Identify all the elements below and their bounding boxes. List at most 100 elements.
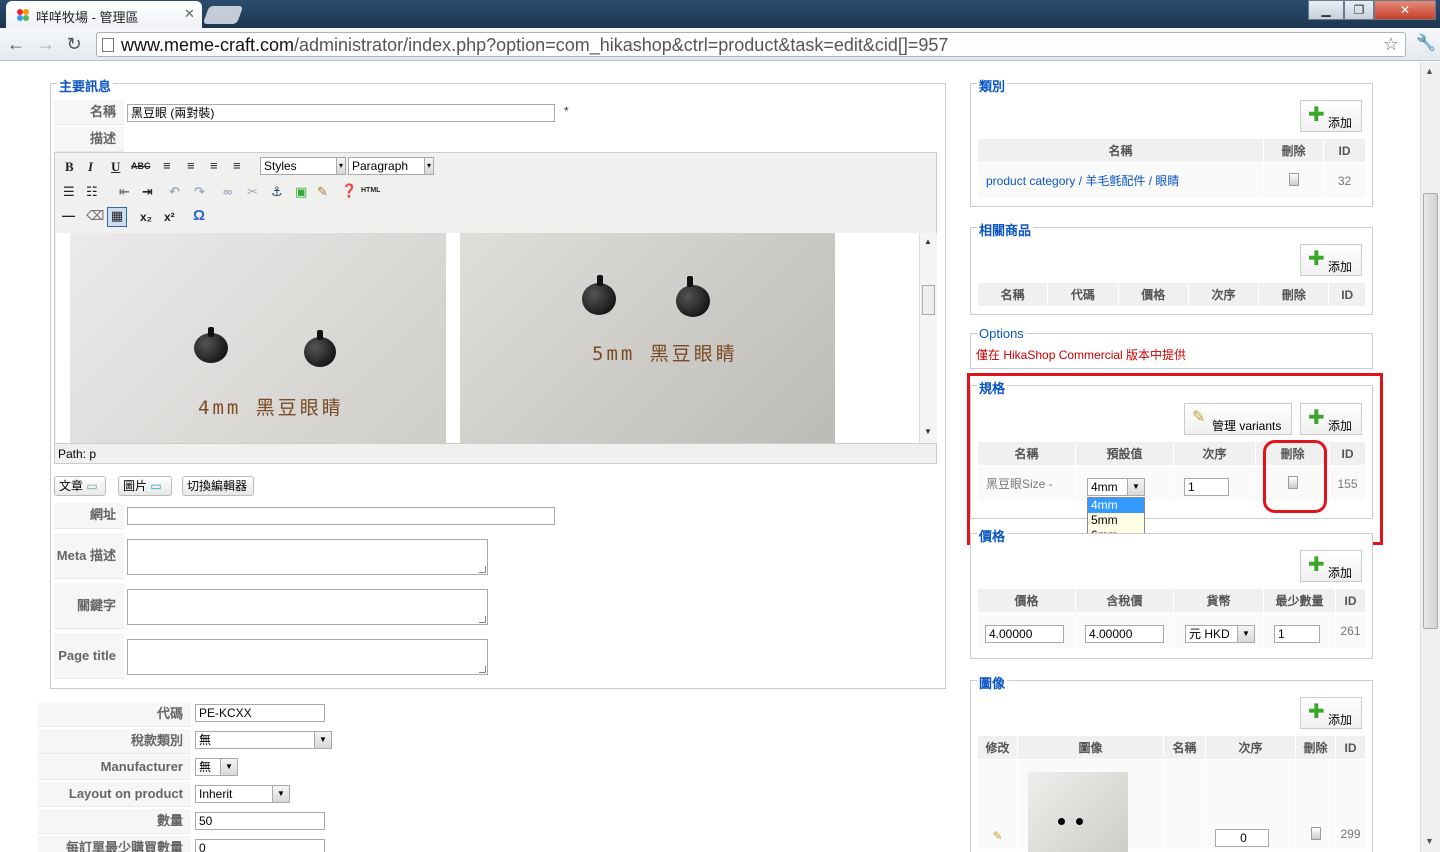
related-add-button[interactable]: ✚ 添加 bbox=[1300, 244, 1362, 276]
layout-select[interactable]: Inherit ▼ bbox=[195, 785, 290, 803]
category-add-button[interactable]: ✚ 添加 bbox=[1300, 100, 1362, 132]
new-tab-button[interactable] bbox=[202, 6, 244, 24]
anchor-icon[interactable]: ⚓ bbox=[271, 184, 283, 200]
min-quantity-input[interactable]: 1 bbox=[1274, 625, 1320, 643]
code-input[interactable]: PE-KCXX bbox=[195, 704, 325, 722]
link-icon[interactable]: ∞ bbox=[223, 184, 232, 199]
styles-select[interactable]: Styles ▾ bbox=[260, 157, 346, 175]
remove-format-icon[interactable]: ⌫ bbox=[86, 208, 104, 224]
indent-icon[interactable]: ⇥ bbox=[142, 184, 153, 200]
edit-icon[interactable]: ✎ bbox=[992, 829, 1002, 843]
quantity-input[interactable]: 50 bbox=[195, 812, 325, 830]
numbered-list-icon[interactable]: ☷ bbox=[86, 184, 98, 200]
meta-description-textarea[interactable] bbox=[127, 539, 488, 575]
trash-icon[interactable] bbox=[1288, 172, 1299, 186]
special-char-icon[interactable]: Ω bbox=[193, 207, 205, 224]
price-legend: 價格 bbox=[977, 526, 1008, 545]
eye-photo-5mm: 5mm 黑豆眼睛 bbox=[460, 233, 835, 443]
outdent-icon[interactable]: ⇤ bbox=[119, 184, 130, 200]
layout-label: Layout on product page bbox=[38, 782, 191, 825]
redo-icon[interactable]: ↷ bbox=[194, 184, 205, 200]
url-path: /administrator/index.php?option=com_hika… bbox=[294, 35, 949, 55]
image-button[interactable]: 圖片 ▭ bbox=[118, 476, 172, 496]
align-right-icon[interactable]: ≡ bbox=[210, 158, 218, 173]
tax-category-label: 稅款類別 bbox=[38, 729, 191, 754]
cleanup-icon[interactable]: ✎ bbox=[317, 184, 328, 200]
undo-icon[interactable]: ↶ bbox=[169, 184, 180, 200]
name-input[interactable]: 黑豆眼 (兩對裝) bbox=[127, 104, 555, 122]
price-input[interactable]: 4.00000 bbox=[985, 625, 1064, 643]
subscript-icon[interactable]: x₂ bbox=[140, 210, 152, 224]
category-link[interactable]: product category / 羊毛氈配件 / 眼睛 bbox=[977, 162, 1264, 199]
images-add-button[interactable]: ✚ 添加 bbox=[1300, 697, 1362, 729]
image-insert-icon[interactable]: ▣ bbox=[295, 184, 307, 200]
minimize-button[interactable]: ▁ bbox=[1308, 0, 1344, 20]
image-order-input[interactable]: 0 bbox=[1215, 829, 1269, 847]
code-label: 代碼 bbox=[38, 702, 191, 727]
min-per-order-input[interactable]: 0 bbox=[195, 839, 325, 852]
italic-icon[interactable]: I bbox=[88, 159, 93, 175]
name-label: 名稱 bbox=[54, 100, 124, 125]
toggle-editor-button[interactable]: 切換編輯器 bbox=[182, 476, 254, 496]
url-host: www.meme-craft.com bbox=[121, 35, 295, 55]
tax-category-select[interactable]: 無 ▼ bbox=[195, 731, 332, 749]
category-table: 名稱 刪除 ID product category / 羊毛氈配件 / 眼睛 32 bbox=[977, 138, 1366, 199]
image-id: 299 bbox=[1335, 759, 1366, 850]
align-center-icon[interactable]: ≡ bbox=[187, 158, 195, 173]
back-icon[interactable]: ← bbox=[6, 34, 26, 54]
price-with-tax-input[interactable]: 4.00000 bbox=[1085, 625, 1164, 643]
joomla-icon bbox=[17, 9, 29, 21]
superscript-icon[interactable]: x² bbox=[164, 210, 175, 224]
main-info-legend: 主要訊息 bbox=[57, 76, 114, 95]
currency-select[interactable]: 元 HKD ▼ bbox=[1185, 625, 1255, 643]
horizontal-rule-icon[interactable]: — bbox=[62, 208, 75, 223]
paragraph-select[interactable]: Paragraph ▾ bbox=[348, 157, 434, 175]
browser-titlebar: 咩咩牧場 - 管理區 ✕ ▁ ❐ ✕ bbox=[0, 0, 1440, 28]
page-scrollbar[interactable]: ▲ ▼ bbox=[1420, 62, 1440, 852]
tab-close-icon[interactable]: ✕ bbox=[184, 6, 195, 22]
scroll-down-icon: ▼ bbox=[1425, 836, 1434, 846]
align-left-icon[interactable]: ≡ bbox=[163, 158, 171, 173]
unlink-icon[interactable]: ✂ bbox=[247, 184, 258, 200]
plus-icon: ✚ bbox=[1308, 248, 1325, 270]
bold-icon[interactable]: B bbox=[65, 159, 74, 175]
close-window-button[interactable]: ✕ bbox=[1374, 0, 1436, 20]
images-legend: 圖像 bbox=[977, 673, 1008, 692]
maximize-button[interactable]: ❐ bbox=[1344, 0, 1374, 20]
browser-tab[interactable]: 咩咩牧場 - 管理區 ✕ bbox=[6, 1, 202, 28]
underline-icon[interactable]: U bbox=[111, 159, 120, 175]
address-bar[interactable]: www.meme-craft.com/administrator/index.p… bbox=[96, 32, 1406, 57]
forward-icon[interactable]: → bbox=[36, 34, 56, 54]
url-input[interactable] bbox=[127, 507, 555, 525]
min-per-order-label: 每訂單最少購買數量 bbox=[38, 836, 191, 852]
strikethrough-icon[interactable]: ABC bbox=[131, 161, 151, 171]
bookmark-star-icon[interactable]: ☆ bbox=[1383, 34, 1399, 55]
product-thumbnail bbox=[1028, 772, 1128, 852]
wrench-icon[interactable]: 🔧 bbox=[1416, 33, 1436, 53]
editor-scrollbar[interactable]: ▲ ▼ bbox=[919, 233, 937, 443]
help-icon[interactable]: ❓ bbox=[341, 183, 357, 199]
trash-icon[interactable] bbox=[1310, 827, 1321, 840]
bullet-list-icon[interactable]: ☰ bbox=[63, 184, 75, 200]
scroll-up-icon: ▲ bbox=[1425, 66, 1434, 76]
reload-icon[interactable]: ↻ bbox=[64, 34, 84, 54]
table-row: product category / 羊毛氈配件 / 眼睛 32 bbox=[977, 162, 1366, 199]
tab-title: 咩咩牧場 - 管理區 bbox=[36, 10, 139, 25]
keywords-textarea[interactable] bbox=[127, 589, 488, 625]
plus-icon: ✚ bbox=[1308, 701, 1325, 723]
table-icon[interactable]: ▦ bbox=[107, 207, 127, 227]
related-products-table: 名稱 代碼 價格 次序 刪除 ID bbox=[976, 282, 1366, 307]
scrollbar-thumb[interactable] bbox=[1423, 193, 1438, 629]
page-content: 主要訊息 名稱 黑豆眼 (兩對裝) * 描述 B I U ABC ≡ ≡ ≡ ≡… bbox=[0, 62, 1420, 852]
plus-icon: ✚ bbox=[1308, 104, 1325, 126]
plus-icon: ✚ bbox=[1308, 554, 1325, 576]
article-button[interactable]: 文章 ▭ bbox=[54, 476, 106, 496]
html-icon[interactable]: HTML bbox=[361, 187, 380, 194]
align-justify-icon[interactable]: ≡ bbox=[233, 158, 241, 173]
browser-toolbar: ← → ↻ www.meme-craft.com/administrator/i… bbox=[0, 28, 1440, 61]
price-add-button[interactable]: ✚ 添加 bbox=[1300, 550, 1362, 582]
manufacturer-select[interactable]: 無 ▼ bbox=[195, 758, 238, 776]
editor-content[interactable]: 4mm 黑豆眼睛 5mm 黑豆眼睛 bbox=[56, 233, 919, 443]
page-title-textarea[interactable] bbox=[127, 639, 488, 675]
required-mark: * bbox=[564, 104, 569, 118]
